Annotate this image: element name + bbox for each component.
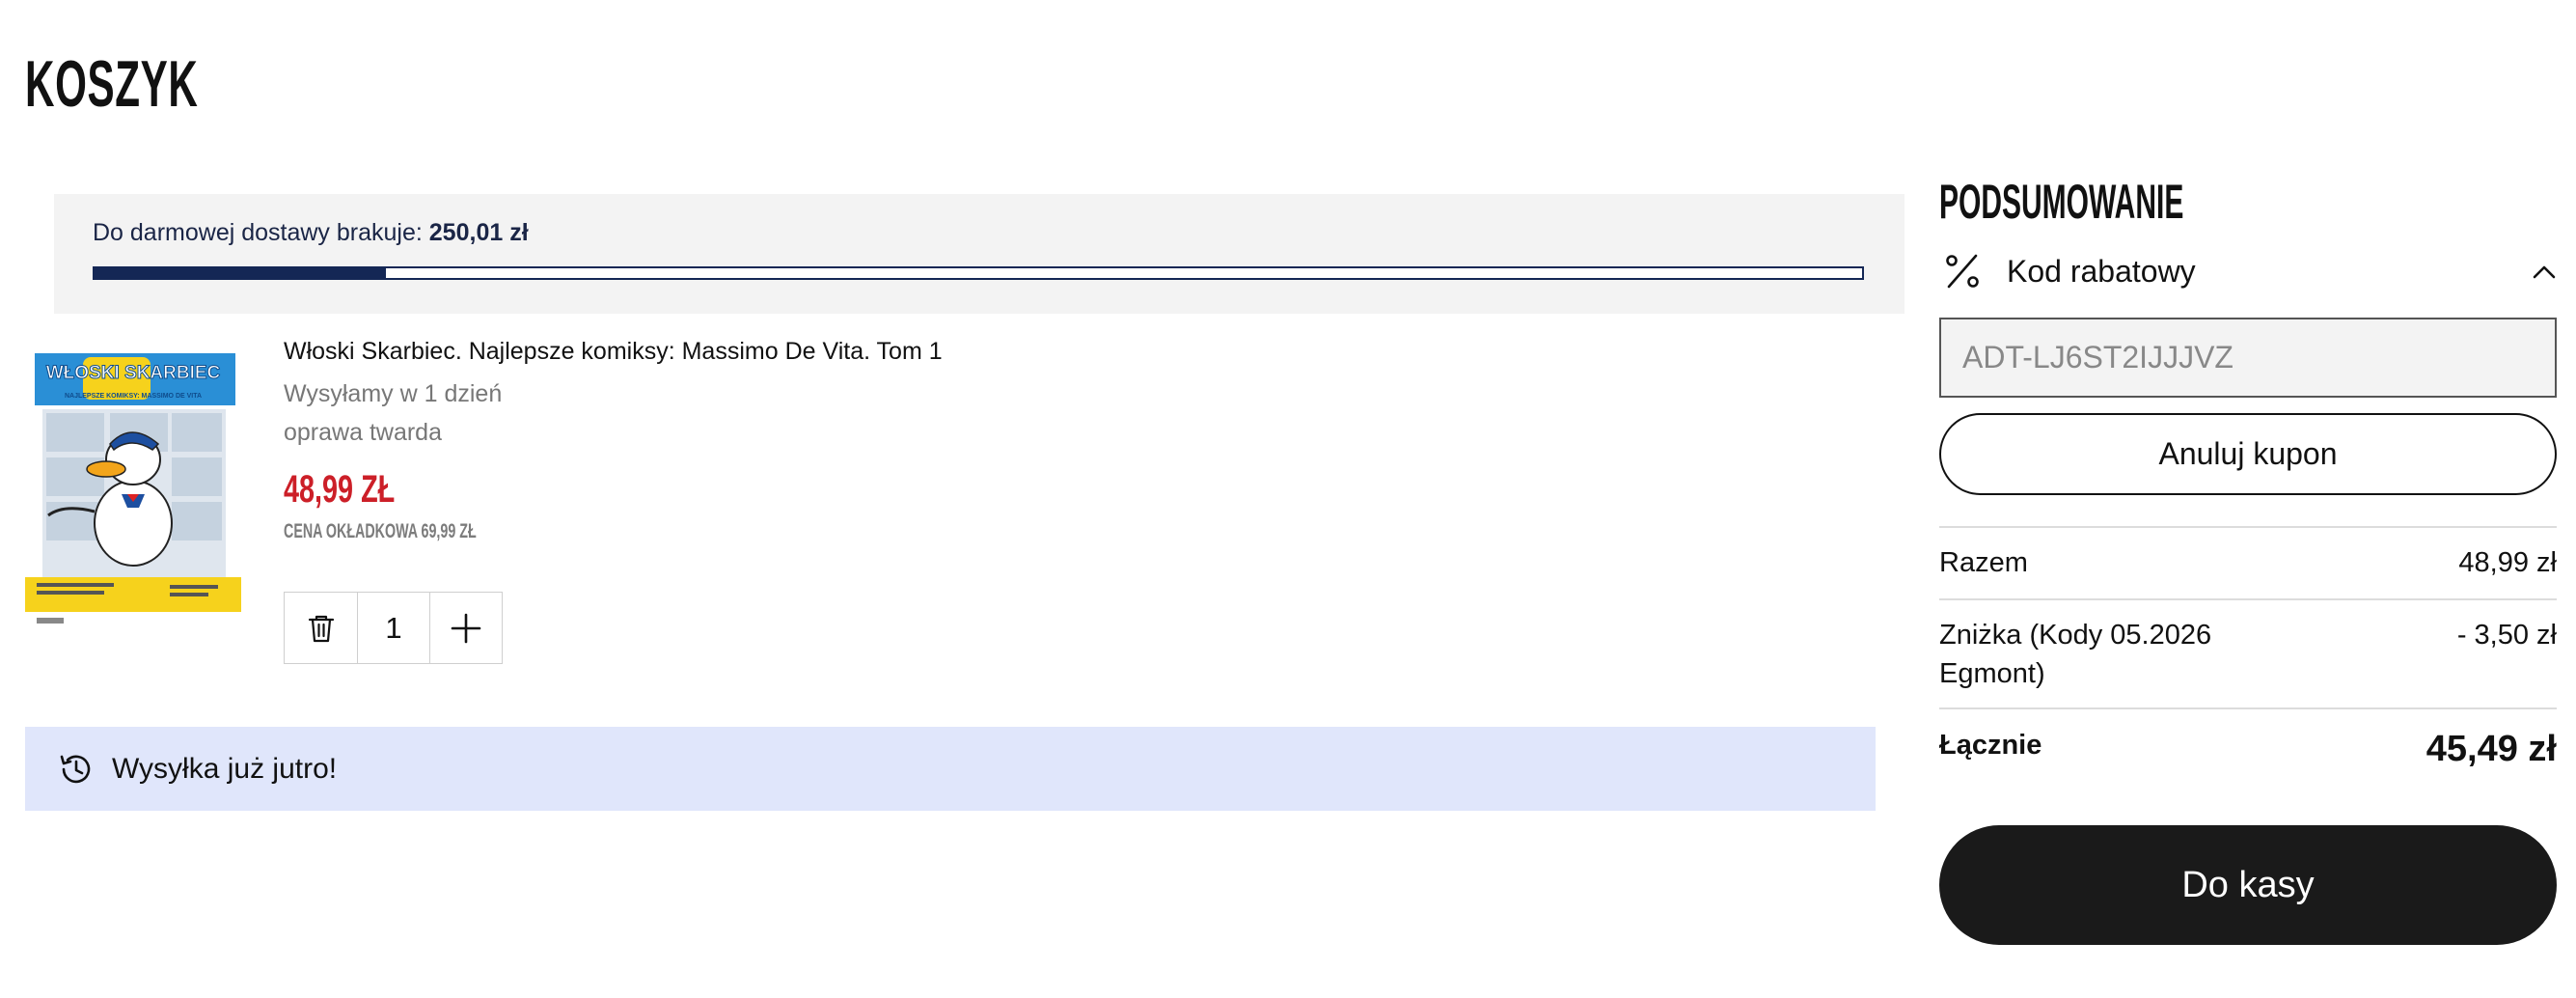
checkout-button[interactable]: Do kasy: [1939, 825, 2557, 945]
total-value: 45,49 zł: [2425, 729, 2557, 769]
increase-quantity-button[interactable]: [429, 593, 502, 663]
quantity-stepper: 1: [284, 592, 503, 664]
coupon-label: Kod rabatowy: [2007, 254, 2196, 289]
cover-subtitle-text: NAJLEPSZE KOMIKSY: MASSIMO DE VITA: [65, 393, 202, 400]
free-shipping-progress: [93, 266, 1864, 280]
remove-item-button[interactable]: [285, 593, 357, 663]
delivery-banner: Wysyłka już jutro!: [25, 727, 1876, 811]
divider: [1939, 707, 2557, 709]
quantity-number: 1: [385, 610, 402, 645]
chevron-up-icon[interactable]: [2532, 260, 2557, 285]
product-shipping-time: Wysyłamy w 1 dzień: [284, 380, 503, 407]
summary-title: PODSUMOWANIE: [1939, 175, 2184, 229]
subtotal-label: Razem: [1939, 547, 2028, 578]
clock-history-icon: [60, 755, 91, 783]
free-shipping-text: Do darmowej dostawy brakuje: 250,01 zł: [93, 219, 529, 247]
product-title[interactable]: Włoski Skarbiec. Najlepsze komiksy: Mass…: [284, 338, 943, 366]
total-label: Łącznie: [1939, 730, 2042, 761]
divider: [1939, 598, 2557, 600]
product-cover-image[interactable]: WŁOSKI SKARBIEC NAJLEPSZE KOMIKSY: MASSI…: [25, 349, 241, 635]
plus-icon: [451, 613, 481, 643]
page-title: KOSZYK: [25, 47, 199, 121]
product-binding: oprawa twarda: [284, 419, 442, 446]
subtotal-value: 48,99 zł: [2458, 547, 2557, 578]
cancel-coupon-button[interactable]: Anuluj kupon: [1939, 413, 2557, 495]
coupon-toggle[interactable]: Kod rabatowy: [1939, 246, 2557, 298]
product-cover-price: CENA OKŁADKOWA 69,99 ZŁ: [284, 520, 477, 542]
cover-title-text: WŁOSKI SKARBIEC: [46, 363, 221, 383]
discount-label: Zniżka (Kody 05.2026 Egmont): [1939, 620, 2212, 689]
free-shipping-progress-fill: [95, 268, 387, 278]
free-shipping-box: Do darmowej dostawy brakuje: 250,01 zł: [54, 194, 1905, 314]
quantity-value[interactable]: 1: [357, 593, 429, 663]
divider: [1939, 526, 2557, 528]
free-shipping-label: Do darmowej dostawy brakuje:: [93, 219, 429, 246]
discount-value: - 3,50 zł: [2456, 620, 2557, 651]
delivery-text: Wysyłka już jutro!: [112, 752, 338, 785]
coupon-code-input[interactable]: [1939, 318, 2557, 398]
percent-icon: [1946, 254, 1979, 289]
free-shipping-amount: 250,01 zł: [428, 219, 529, 246]
product-price: 48,99 ZŁ: [284, 468, 396, 511]
trash-icon: [308, 615, 334, 642]
